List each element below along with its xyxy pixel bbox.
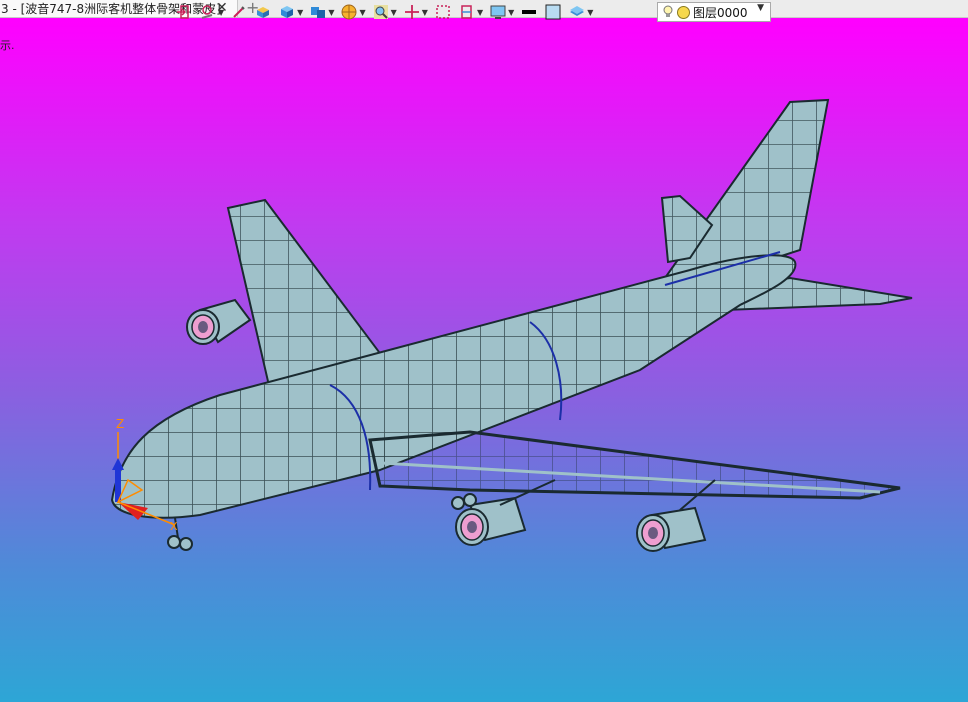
chevron-down-icon: ▼ bbox=[421, 7, 428, 17]
section-button[interactable]: ▼ bbox=[458, 2, 483, 22]
layer-dropdown[interactable]: 图层0000 ▼ bbox=[657, 2, 771, 22]
chevron-down-icon: ▼ bbox=[757, 3, 764, 13]
left-outer-engine bbox=[186, 298, 252, 345]
pencil-button[interactable] bbox=[230, 2, 248, 22]
3d-viewport[interactable]: 示. Z X bbox=[0, 18, 968, 702]
z-axis-label: Z bbox=[116, 417, 124, 431]
sketch-tools-icon bbox=[201, 5, 213, 19]
chevron-down-icon: ▼ bbox=[218, 7, 225, 17]
chevron-down-icon: ▼ bbox=[297, 7, 304, 17]
exit-icon bbox=[177, 5, 189, 19]
cube-button[interactable]: ▼ bbox=[278, 2, 303, 22]
x-axis-label: X bbox=[170, 520, 178, 533]
lightbulb-icon bbox=[663, 5, 673, 17]
move-icon bbox=[404, 5, 419, 19]
fill-color-icon bbox=[545, 4, 561, 20]
line-color-icon bbox=[522, 10, 537, 14]
chevron-down-icon: ▼ bbox=[390, 7, 397, 17]
box-button[interactable] bbox=[254, 2, 272, 22]
fit-icon bbox=[436, 5, 450, 19]
view-cube-icon bbox=[311, 7, 326, 18]
chevron-down-icon: ▼ bbox=[328, 7, 335, 17]
layer-value: 图层0000 bbox=[693, 5, 748, 20]
view-toolbar: ▼ ▼ ▼ ▼ ▼ ▼ ▼ ▼ ▼ bbox=[175, 1, 599, 23]
move-button[interactable]: ▼ bbox=[403, 2, 428, 22]
view-cube-button[interactable]: ▼ bbox=[309, 2, 334, 22]
line-color-button[interactable] bbox=[520, 2, 538, 22]
layer-color-swatch bbox=[677, 5, 690, 19]
chevron-down-icon: ▼ bbox=[476, 7, 484, 17]
display-icon bbox=[490, 5, 506, 19]
zoom-button[interactable]: ▼ bbox=[372, 2, 397, 22]
exit-button[interactable] bbox=[175, 2, 193, 22]
pencil-icon bbox=[233, 6, 245, 18]
layer-stack-icon bbox=[570, 6, 585, 16]
aircraft-model[interactable]: Z X bbox=[0, 18, 968, 702]
box-icon bbox=[257, 7, 270, 18]
chevron-down-icon: ▼ bbox=[359, 7, 366, 17]
render-mode-icon bbox=[341, 4, 357, 20]
section-icon bbox=[461, 5, 472, 19]
cube-icon bbox=[281, 6, 294, 18]
chevron-down-icon: ▼ bbox=[508, 7, 515, 17]
right-wing-frame bbox=[368, 430, 901, 500]
sketch-tools-button[interactable]: ▼ bbox=[199, 2, 224, 22]
layer-stack-button[interactable]: ▼ bbox=[568, 2, 593, 22]
render-mode-button[interactable]: ▼ bbox=[340, 2, 366, 22]
chevron-down-icon: ▼ bbox=[587, 7, 594, 17]
display-button[interactable]: ▼ bbox=[489, 2, 514, 22]
fill-color-button[interactable] bbox=[544, 2, 562, 22]
fit-button[interactable] bbox=[434, 2, 452, 22]
zoom-icon bbox=[373, 5, 388, 19]
